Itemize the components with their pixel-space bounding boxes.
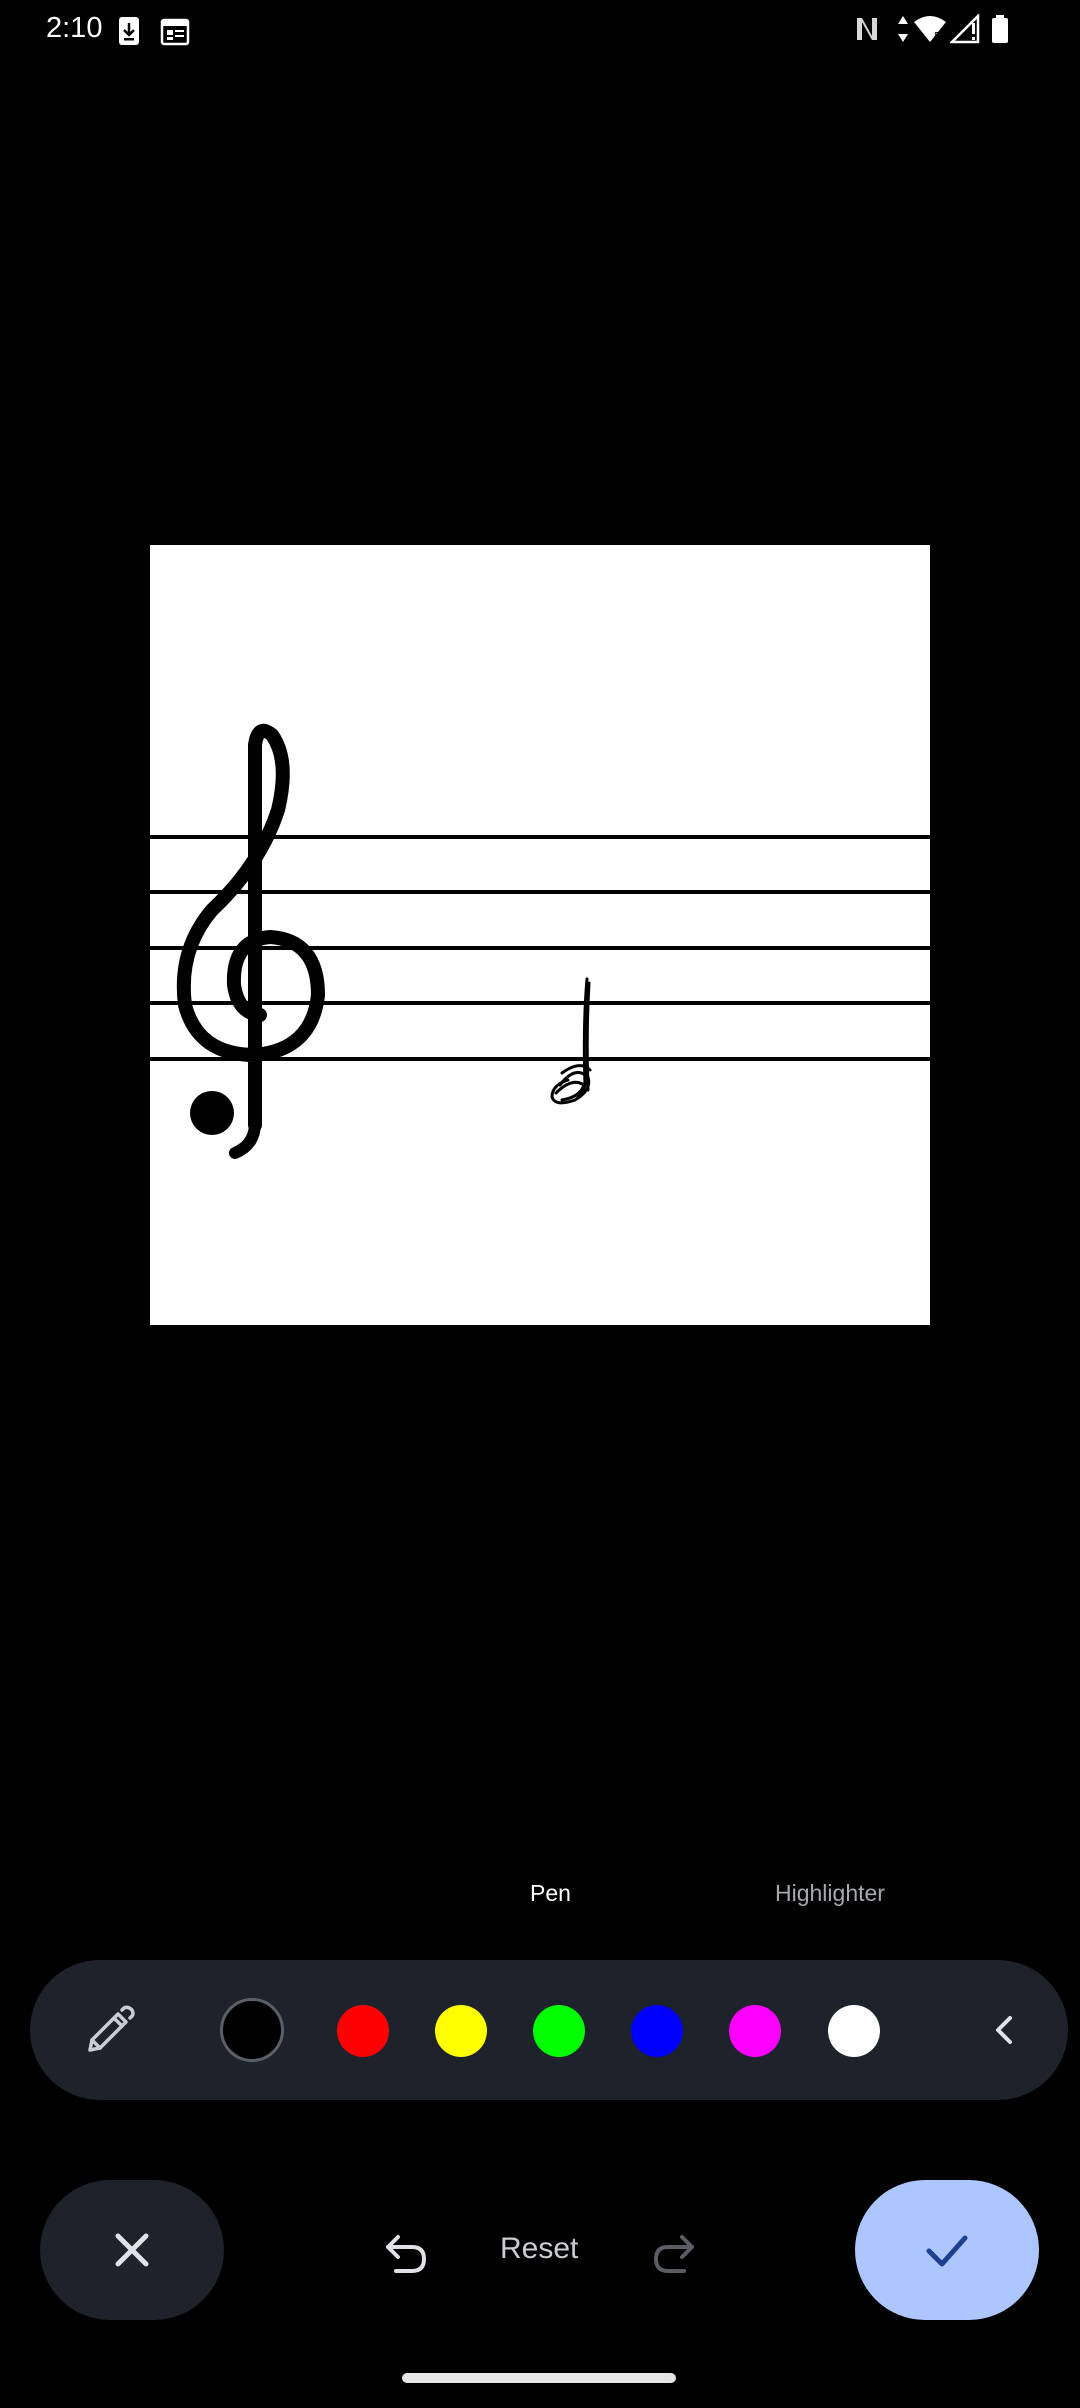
- hand-drawn-note: [550, 977, 592, 1105]
- music-staff: [150, 835, 930, 1061]
- download-icon: [118, 16, 140, 50]
- color-swatch-blue[interactable]: [631, 2005, 683, 2057]
- tab-pen[interactable]: Pen: [530, 1880, 571, 1907]
- svg-text:5: 5: [934, 30, 941, 43]
- tab-highlighter[interactable]: Highlighter: [775, 1880, 885, 1907]
- battery-icon: [990, 14, 1010, 48]
- color-swatch-red[interactable]: [337, 2005, 389, 2057]
- color-swatch-white[interactable]: [828, 2005, 880, 2057]
- pen-icon[interactable]: [80, 2000, 140, 2060]
- treble-clef: [176, 723, 325, 1159]
- color-swatch-green[interactable]: [533, 2005, 585, 2057]
- color-swatch-magenta[interactable]: [729, 2005, 781, 2057]
- nfc-icon: [854, 14, 880, 48]
- signal-icon: [948, 12, 980, 48]
- undo-icon[interactable]: [378, 2223, 434, 2279]
- calendar-icon: [160, 16, 190, 50]
- redo-icon[interactable]: [646, 2223, 702, 2279]
- wifi-icon: 5: [912, 14, 948, 48]
- close-icon: [102, 2220, 162, 2284]
- reset-button[interactable]: Reset: [500, 2232, 578, 2266]
- status-time: 2:10: [46, 12, 103, 44]
- check-icon: [917, 2220, 977, 2284]
- screen: 2:10 5 Pen Highlighter Reset: [0, 0, 1080, 2408]
- color-swatch-yellow[interactable]: [435, 2005, 487, 2057]
- color-swatch-black[interactable]: [220, 1998, 284, 2062]
- status-bar: 2:10 5: [0, 0, 1080, 64]
- cancel-button[interactable]: [40, 2180, 224, 2320]
- treble-clef-bulb: [190, 1091, 234, 1135]
- data-arrows-icon: [896, 14, 910, 48]
- chevron-left-icon[interactable]: [974, 2000, 1034, 2060]
- drawing-canvas[interactable]: [150, 545, 930, 1325]
- confirm-button[interactable]: [855, 2180, 1039, 2320]
- color-palette-bar: [30, 1960, 1068, 2100]
- home-indicator[interactable]: [402, 2373, 676, 2383]
